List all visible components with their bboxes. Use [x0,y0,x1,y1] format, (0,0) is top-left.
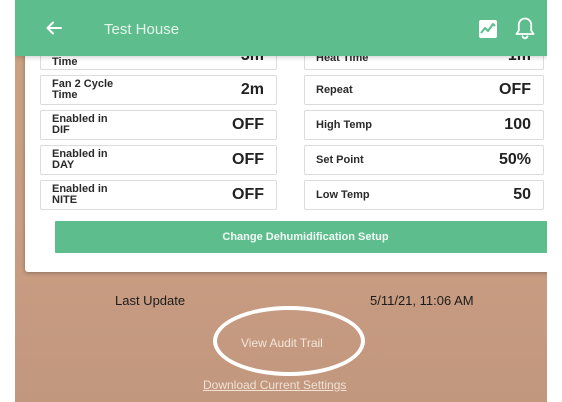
param-value: 50% [498,151,531,168]
bell-icon[interactable] [514,16,536,40]
param-repeat[interactable]: Repeat OFF [304,75,544,105]
param-label: Set Point [316,154,364,166]
param-value: 100 [504,116,531,133]
param-label: Fan 2 Cycle Time [52,78,114,101]
param-enabled-day[interactable]: Enabled in DAY OFF [40,145,277,175]
param-enabled-dif[interactable]: Enabled in DIF OFF [40,110,277,140]
last-update-label: Last Update [115,293,186,308]
param-value: OFF [232,151,264,168]
param-high-temp[interactable]: High Temp 100 [304,110,544,140]
app-screen: Time 3m Fan 2 Cycle Time 2m Enabled in D… [15,0,547,402]
chart-icon[interactable] [478,19,498,39]
param-label: Low Temp [316,189,370,201]
back-arrow-icon[interactable] [45,19,63,37]
last-update-value: 5/11/21, 11:06 AM [370,293,474,308]
param-label: Time [52,56,78,68]
param-value: 2m [240,81,264,98]
header-title: Test House [104,21,180,38]
param-value: OFF [232,116,264,133]
view-audit-trail-link[interactable]: View Audit Trail [241,336,323,350]
param-label: High Temp [316,119,373,131]
dehumidification-card: Time 3m Fan 2 Cycle Time 2m Enabled in D… [25,40,547,272]
param-label: Enabled in NITE [52,183,108,206]
param-enabled-nite[interactable]: Enabled in NITE OFF [40,180,277,210]
app-header: Test House [15,0,547,56]
change-dehumidification-setup-button[interactable]: Change Dehumidification Setup [55,221,547,253]
param-label: Enabled in DIF [52,113,108,136]
param-label: Repeat [316,84,353,96]
param-label: Enabled in DAY [52,148,108,171]
param-fan2-cycle-time[interactable]: Fan 2 Cycle Time 2m [40,75,277,105]
param-value: OFF [499,81,531,98]
param-set-point[interactable]: Set Point 50% [304,145,544,175]
param-value: OFF [232,186,264,203]
download-current-settings-link[interactable]: Download Current Settings [203,378,346,392]
param-low-temp[interactable]: Low Temp 50 [304,180,544,210]
param-value: 50 [513,186,531,203]
